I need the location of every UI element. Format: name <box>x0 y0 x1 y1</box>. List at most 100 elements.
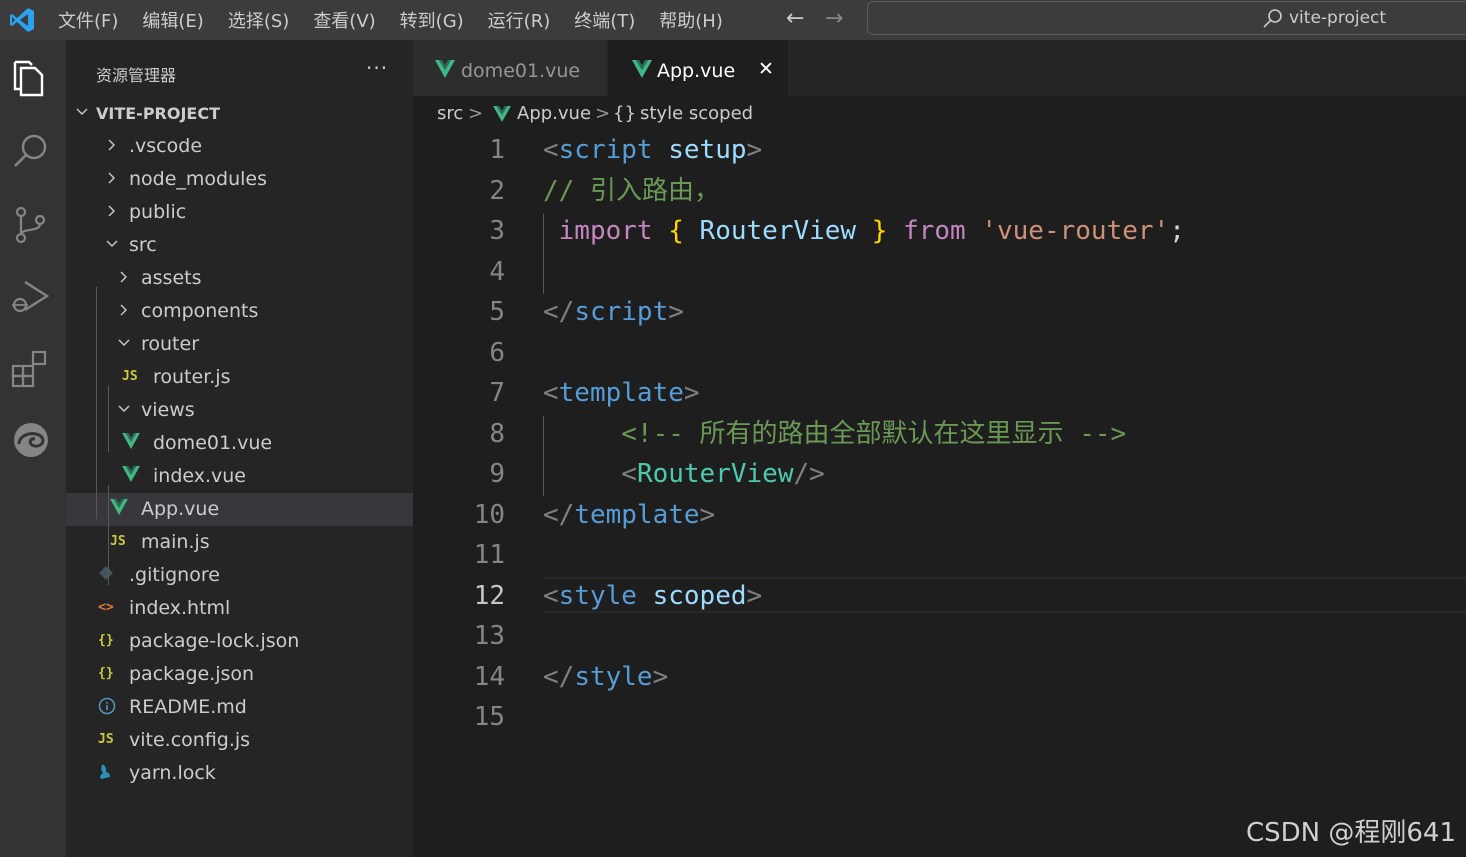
tree-item-label: node_modules <box>129 168 268 190</box>
watermark: CSDN @程刚641 <box>1246 818 1457 848</box>
chevron-right-icon <box>104 170 120 186</box>
code-token-punc <box>653 135 669 165</box>
tree-item-label: .gitignore <box>129 564 220 586</box>
tree-item-index-vue[interactable]: index.vue <box>66 460 413 493</box>
tree-item-label: components <box>141 300 259 322</box>
vue-file-icon <box>122 433 142 453</box>
code-token-string: 'vue-router' <box>981 216 1170 246</box>
menu-item[interactable]: 编辑(E) <box>142 7 203 33</box>
forward-arrow-icon[interactable]: → <box>825 6 843 31</box>
code-token-punc <box>543 419 621 449</box>
menu-item[interactable]: 帮助(H) <box>659 7 723 33</box>
code-token-bracket: /> <box>793 459 825 489</box>
code-token-bracket: </ <box>543 661 575 692</box>
json-file-icon: {} <box>98 633 114 648</box>
yarn-file-icon <box>98 763 118 783</box>
line-number: 12 <box>473 580 505 611</box>
tree-item-gitignore[interactable]: .gitignore <box>66 559 413 592</box>
tree-item-label: dome01.vue <box>153 432 273 454</box>
chevron-down-icon <box>116 401 132 417</box>
tree-indent-guide <box>108 386 109 452</box>
line-number: 2 <box>489 175 505 206</box>
tab-app-vue[interactable]: App.vue ✕ <box>608 40 788 96</box>
chevron-down-icon <box>104 236 120 252</box>
breadcrumb-file[interactable]: App.vue <box>517 103 591 124</box>
tree-item-vite-config-js[interactable]: JS vite.config.js <box>66 724 413 757</box>
code-token-bracket: > <box>746 580 763 611</box>
explorer-root-vite-project[interactable]: VITE-PROJECT <box>66 97 413 130</box>
tree-item-main-js[interactable]: JS main.js <box>66 526 413 559</box>
code-token-bracket: </ <box>543 499 575 530</box>
tree-item-index-html[interactable]: <> index.html <box>66 592 413 625</box>
tree-item-label: main.js <box>141 531 210 553</box>
tree-item-label: .vscode <box>129 135 203 157</box>
edge-browser-icon[interactable] <box>9 418 53 462</box>
js-file-icon: JS <box>98 732 114 747</box>
vue-file-icon <box>110 499 130 519</box>
chevron-down-icon <box>74 104 90 120</box>
tree-item-src[interactable]: src <box>66 229 413 262</box>
code-token-keyword: import <box>558 216 653 246</box>
tab-label: App.vue <box>657 60 736 82</box>
tree-item-readme-md[interactable]: README.md <box>66 691 413 724</box>
more-actions-icon[interactable]: ··· <box>366 56 388 80</box>
tree-item-components[interactable]: components <box>66 295 413 328</box>
chevron-right-icon: > <box>468 103 484 124</box>
menu-item[interactable]: 终端(T) <box>574 7 635 33</box>
code-token-tag: template <box>558 378 684 408</box>
tree-item-dome01-vue[interactable]: dome01.vue <box>66 427 413 460</box>
line-number: 11 <box>473 540 505 570</box>
search-icon <box>1263 9 1282 28</box>
line-number: 7 <box>489 378 505 408</box>
tree-indent-guide <box>108 485 109 585</box>
tab-dome01-vue[interactable]: dome01.vue <box>413 40 608 96</box>
code-token-punc <box>966 216 982 246</box>
command-center-search[interactable]: vite-project <box>867 1 1466 35</box>
tree-item-router-js[interactable]: JS router.js <box>66 361 413 394</box>
back-arrow-icon[interactable]: ← <box>786 6 804 31</box>
line-number: 4 <box>489 256 505 287</box>
code-token-bracket: < <box>621 459 637 489</box>
tree-indent-guide <box>96 287 97 519</box>
code-token-punc <box>543 459 621 489</box>
breadcrumb-folder[interactable]: src <box>437 103 463 124</box>
tree-item-public[interactable]: public <box>66 196 413 229</box>
menu-item[interactable]: 转到(G) <box>400 7 464 33</box>
activity-bar <box>0 40 66 857</box>
source-control-icon[interactable] <box>9 202 53 246</box>
search-icon[interactable] <box>9 130 53 174</box>
breadcrumb-symbol[interactable]: style scoped <box>640 103 753 124</box>
code-editor[interactable]: 1 <script setup> 2// 引入路由， 3 import { Route… <box>413 132 1466 857</box>
chevron-right-icon <box>116 302 132 318</box>
tree-item-assets[interactable]: assets <box>66 262 413 295</box>
code-token-tag: script <box>558 135 653 165</box>
extensions-icon[interactable] <box>9 346 53 390</box>
code-token-tag: style <box>558 580 637 611</box>
line-number: 14 <box>473 661 505 692</box>
code-token-bracket: </ <box>543 297 575 327</box>
code-token-comment: <!-- 所有的路由全部默认在这里显示 --> <box>621 418 1127 449</box>
menu-item[interactable]: 文件(F) <box>58 7 118 33</box>
chevron-right-icon <box>104 203 120 219</box>
tree-item-label: src <box>129 234 157 256</box>
run-debug-icon[interactable] <box>9 274 53 318</box>
chevron-down-icon <box>116 335 132 351</box>
code-token-comp: RouterView <box>636 459 794 489</box>
menu-item[interactable]: 查看(V) <box>313 7 375 33</box>
tree-item-yarn-lock[interactable]: yarn.lock <box>66 757 413 790</box>
menu-item[interactable]: 运行(R) <box>488 7 551 33</box>
html-file-icon: <> <box>98 600 114 615</box>
tree-item-node-modules[interactable]: node_modules <box>66 163 413 196</box>
explorer-icon[interactable] <box>9 56 53 100</box>
tree-item-vscode[interactable]: .vscode <box>66 130 413 163</box>
js-file-icon: JS <box>110 534 126 549</box>
tree-item-app-vue[interactable]: App.vue <box>66 493 413 526</box>
menu-item[interactable]: 选择(S) <box>228 7 289 33</box>
tree-item-package-json[interactable]: {} package.json <box>66 658 413 691</box>
code-token-bracket: > <box>652 661 669 692</box>
tree-item-router[interactable]: router <box>66 328 413 361</box>
tree-item-views[interactable]: views <box>66 394 413 427</box>
close-icon[interactable]: ✕ <box>758 58 774 80</box>
code-line: <RouterView/> <box>543 454 825 494</box>
tree-item-package-lock-json[interactable]: {} package-lock.json <box>66 625 413 658</box>
